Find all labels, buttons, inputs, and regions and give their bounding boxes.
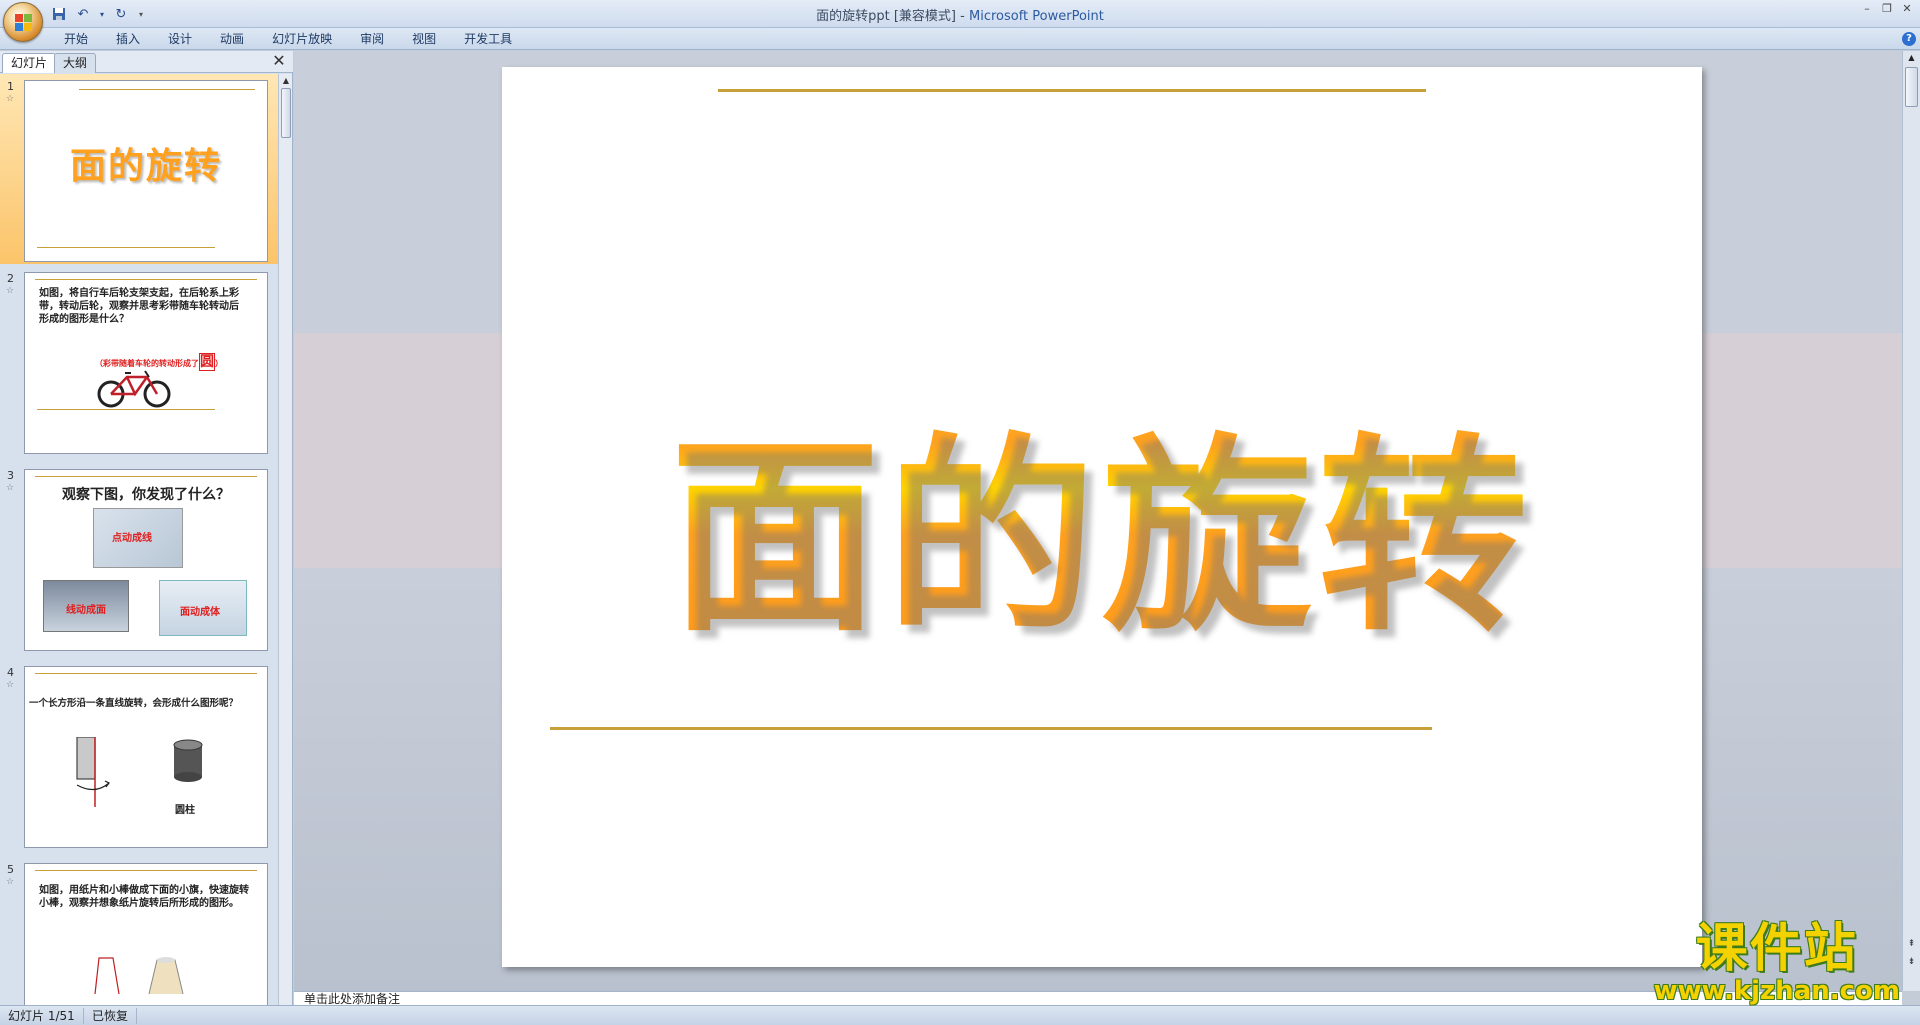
gold-divider — [79, 89, 255, 90]
slide-canvas[interactable]: 面的旋转 — [502, 67, 1702, 967]
top-gold-line — [718, 89, 1426, 92]
scroll-up-icon[interactable]: ▲ — [1905, 53, 1918, 65]
thumb-title: 面的旋转 — [69, 145, 222, 187]
tab-animations[interactable]: 动画 — [206, 28, 258, 50]
close-icon[interactable]: ✕ — [271, 53, 287, 70]
caption-big-char: 圆 — [199, 353, 215, 371]
slide-title[interactable]: 面的旋转 — [502, 367, 1702, 671]
thumbnail-canvas: 一个长方形沿一条直线旋转，会形成什么图形呢？ 圆柱 — [24, 666, 268, 848]
thumb-text: 如图，将自行车后轮支架支起，在后轮系上彩带，转动后轮，观察并思考彩带随车轮转动后… — [39, 288, 239, 325]
bottom-gold-line — [550, 727, 1432, 730]
slide-number: 1 — [7, 80, 14, 93]
slide-number: 4 — [7, 666, 14, 679]
office-logo-icon — [15, 14, 33, 32]
caption-end: ） — [215, 359, 223, 368]
tab-review[interactable]: 审阅 — [346, 28, 398, 50]
slide-thumbnail-5[interactable]: 5 ☆ 如图，用纸片和小棒做成下面的小旗，快速旋转小棒，观察并想象纸片旋转后所形… — [0, 857, 278, 1005]
animation-star-icon: ☆ — [6, 286, 15, 296]
close-icon[interactable]: ✕ — [1898, 2, 1916, 16]
rectangle-rotation-image — [76, 737, 110, 807]
slide-thumbnail-4[interactable]: 4 ☆ 一个长方形沿一条直线旋转，会形成什么图形呢？ 圆柱 — [0, 660, 278, 850]
scroll-up-icon[interactable]: ▲ — [280, 75, 292, 87]
watermark-cn: 课件站 — [1695, 918, 1858, 979]
gold-divider — [35, 870, 257, 871]
thumbnail-canvas: 如图，用纸片和小棒做成下面的小旗，快速旋转小棒，观察并想象纸片旋转后所形成的图形… — [24, 863, 268, 1005]
shape-label: 圆柱 — [175, 805, 195, 816]
window-title: 面的旋转ppt [兼容模式] - Microsoft PowerPoint — [0, 5, 1920, 24]
tab-developer[interactable]: 开发工具 — [450, 28, 526, 50]
help-icon[interactable]: ? — [1902, 32, 1916, 46]
gold-divider — [35, 279, 257, 280]
restore-icon[interactable]: ❐ — [1878, 2, 1896, 16]
thumb-image-solid: 面动成体 — [159, 580, 247, 636]
slide-number: 5 — [7, 863, 14, 876]
thumbnail-scrollbar[interactable]: ▲ — [278, 74, 292, 1005]
previous-slide-icon[interactable]: ⇞ — [1905, 939, 1918, 951]
thumb-text: 如图，用纸片和小棒做成下面的小旗，快速旋转小棒，观察并想象纸片旋转后所形成的图形… — [39, 885, 249, 909]
slide-number: 3 — [7, 469, 14, 482]
gold-divider — [37, 409, 215, 410]
thumbnail-canvas: 如图，将自行车后轮支架支起，在后轮系上彩带，转动后轮，观察并思考彩带随车轮转动后… — [24, 272, 268, 454]
thumb-image-line: 点动成线 — [93, 508, 183, 568]
tab-slideshow[interactable]: 幻灯片放映 — [258, 28, 346, 50]
thumb-title: 观察下图，你发现了什么？ — [62, 487, 230, 503]
minimize-icon[interactable]: – — [1858, 2, 1876, 16]
animation-star-icon: ☆ — [6, 94, 15, 104]
gold-divider — [35, 673, 257, 674]
image-label: 面动成体 — [180, 607, 220, 618]
animation-star-icon: ☆ — [6, 680, 15, 690]
tab-slides[interactable]: 幻灯片 — [2, 53, 57, 73]
thumb-image-surface: 线动成面 — [43, 580, 129, 632]
panel-tabs: 幻灯片 大纲 ✕ — [0, 51, 293, 73]
title-separator: - — [956, 9, 969, 24]
site-watermark: 课件站 www.kjzhan.com — [1653, 918, 1900, 1006]
title-bar: ↶ ▾ ↻ ▾ 面的旋转ppt [兼容模式] - Microsoft Power… — [0, 0, 1920, 42]
thumbnail-canvas: 面的旋转 — [24, 80, 268, 262]
thumbnail-canvas: 观察下图，你发现了什么？ 点动成线 线动成面 面动成体 — [24, 469, 268, 651]
tab-home[interactable]: 开始 — [50, 28, 102, 50]
watermark-url: www.kjzhan.com — [1653, 976, 1900, 1006]
slide-counter: 幻灯片 1/51 — [0, 1008, 84, 1024]
slide-thumbnail-2[interactable]: 2 ☆ 如图，将自行车后轮支架支起，在后轮系上彩带，转动后轮，观察并思考彩带随车… — [0, 266, 278, 456]
window-controls: – ❐ ✕ — [1858, 2, 1916, 16]
tab-outline[interactable]: 大纲 — [54, 53, 97, 73]
ribbon-tabs: 开始 插入 设计 动画 幻灯片放映 审阅 视图 开发工具 — [50, 28, 526, 50]
tab-view[interactable]: 视图 — [398, 28, 450, 50]
animation-star-icon: ☆ — [6, 877, 15, 887]
slide-thumbnail-3[interactable]: 3 ☆ 观察下图，你发现了什么？ 点动成线 线动成面 面动成体 — [0, 463, 278, 653]
cylinder-image — [173, 739, 203, 782]
image-label: 点动成线 — [112, 533, 152, 544]
bicycle-image — [97, 370, 171, 408]
scrollbar-thumb[interactable] — [1905, 67, 1918, 107]
slide-scrollbar[interactable]: ▲ ⇞ ⇟ — [1902, 51, 1920, 991]
scrollbar-thumb[interactable] — [281, 88, 291, 138]
animation-star-icon: ☆ — [6, 483, 15, 493]
status-bar: 幻灯片 1/51 已恢复 — [0, 1005, 1920, 1025]
app-name: Microsoft PowerPoint — [968, 9, 1104, 24]
image-label: 线动成面 — [66, 605, 106, 616]
gold-divider — [37, 247, 215, 248]
thumb-text: 一个长方形沿一条直线旋转，会形成什么图形呢？ — [29, 698, 239, 709]
tab-insert[interactable]: 插入 — [102, 28, 154, 50]
slides-panel: 幻灯片 大纲 ✕ 1 ☆ 面的旋转 2 ☆ 如图，将自行车后轮支架支起，在后轮系… — [0, 51, 293, 1005]
office-button[interactable] — [3, 2, 43, 42]
document-title: 面的旋转ppt [兼容模式] — [816, 9, 957, 24]
slide-number: 2 — [7, 272, 14, 285]
slide-editing-area: 面的旋转 — [294, 51, 1902, 991]
flag-shapes-image — [94, 957, 184, 994]
thumbnail-list: 1 ☆ 面的旋转 2 ☆ 如图，将自行车后轮支架支起，在后轮系上彩带，转动后轮，… — [0, 74, 278, 1005]
tab-design[interactable]: 设计 — [154, 28, 206, 50]
ribbon: 开始 插入 设计 动画 幻灯片放映 审阅 视图 开发工具 ? — [0, 28, 1920, 50]
recovered-status: 已恢复 — [84, 1008, 138, 1024]
slide-thumbnail-1[interactable]: 1 ☆ 面的旋转 — [0, 74, 278, 264]
gold-divider — [35, 476, 257, 477]
next-slide-icon[interactable]: ⇟ — [1905, 957, 1918, 969]
